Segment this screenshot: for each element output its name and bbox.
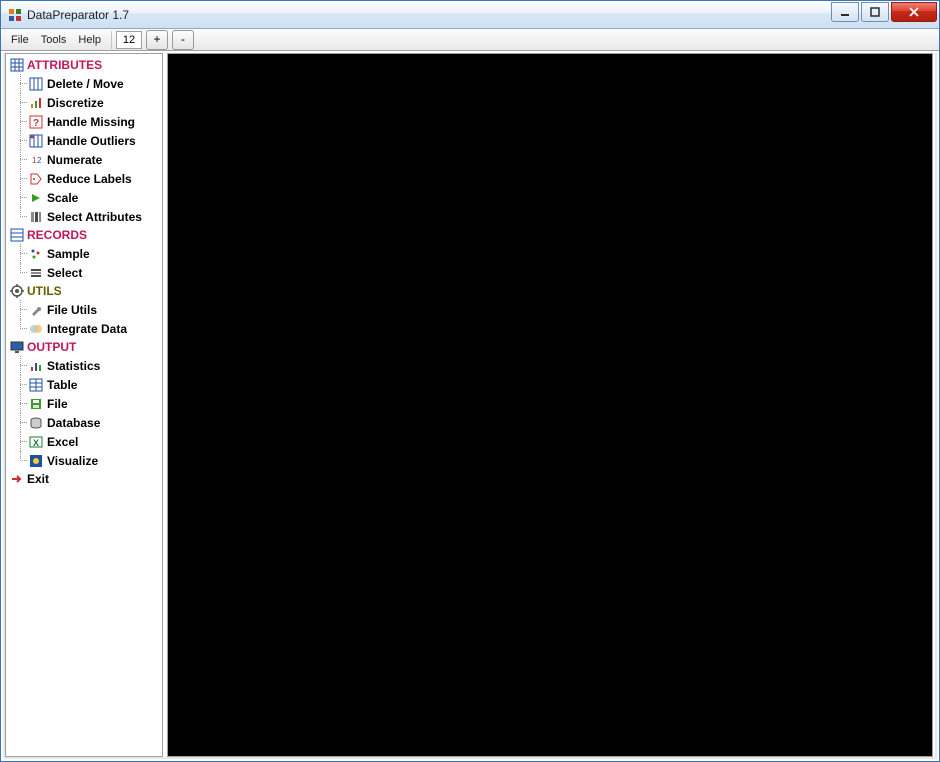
tree-item-sample[interactable]: Sample [6,244,162,263]
svg-text:?: ? [33,118,39,129]
bar-chart-icon [28,358,44,374]
window-title: DataPreparator 1.7 [27,8,829,22]
rows-icon [28,265,44,281]
play-icon [28,190,44,206]
question-icon: ? [28,114,44,130]
tree-item-label: Excel [47,435,78,449]
tree-item-exit[interactable]: Exit [6,470,162,488]
menu-help[interactable]: Help [72,31,107,49]
grid-icon [28,133,44,149]
grid-icon [28,76,44,92]
tree-category-utils[interactable]: UTILS [6,282,162,300]
tree-item-label: Exit [27,472,49,486]
zoom-input[interactable] [116,31,142,49]
disk-icon [28,396,44,412]
tree-item-statistics[interactable]: Statistics [6,356,162,375]
database-icon [28,415,44,431]
tree-item-integrate-data[interactable]: Integrate Data [6,319,162,338]
tree-item-file-utils[interactable]: File Utils [6,300,162,319]
tree-item-discretize[interactable]: Discretize [6,93,162,112]
tree-item-label: Select Attributes [47,210,142,224]
app-icon [7,7,23,23]
grid-icon [9,227,25,243]
tree-item-label: Database [47,416,100,430]
tree-item-label: Handle Outliers [47,134,136,148]
tree-item-file[interactable]: File [6,394,162,413]
numerate-icon: 12 [28,152,44,168]
tree-item-label: Delete / Move [47,77,124,91]
monitor-icon [9,339,25,355]
tree-category-records[interactable]: RECORDS [6,226,162,244]
content-area: ATTRIBUTES Delete / Move Discretize ? Ha… [3,53,937,759]
tree-item-excel[interactable]: X Excel [6,432,162,451]
tree-item-label: Sample [47,247,90,261]
grid-icon [9,57,25,73]
tree-item-label: File [47,397,68,411]
gear-icon [9,283,25,299]
toolbar-separator [111,31,112,49]
tree-item-database[interactable]: Database [6,413,162,432]
sidebar-tree[interactable]: ATTRIBUTES Delete / Move Discretize ? Ha… [5,53,163,757]
columns-icon [28,209,44,225]
zoom-plus-button[interactable]: + [146,30,168,50]
main-panel[interactable] [167,53,933,757]
svg-text:2: 2 [37,156,42,165]
tree-item-handle-missing[interactable]: ? Handle Missing [6,112,162,131]
tree-item-numerate[interactable]: 12 Numerate [6,150,162,169]
tree-item-label: Scale [47,191,78,205]
tree-item-reduce-labels[interactable]: Reduce Labels [6,169,162,188]
tag-icon [28,171,44,187]
tree-item-label: Select [47,266,82,280]
exit-icon [9,471,25,487]
tree-item-visualize[interactable]: Visualize [6,451,162,470]
tree-category-attributes[interactable]: ATTRIBUTES [6,56,162,74]
table-icon [28,377,44,393]
tree-item-select-attributes[interactable]: Select Attributes [6,207,162,226]
app-window: DataPreparator 1.7 File Tools Help + - [0,0,940,762]
tree-item-label: Handle Missing [47,115,135,129]
tree-item-handle-outliers[interactable]: Handle Outliers [6,131,162,150]
zoom-minus-button[interactable]: - [172,30,194,50]
tree-item-label: Statistics [47,359,100,373]
tree-item-label: Discretize [47,96,104,110]
tree-item-label: File Utils [47,303,97,317]
tree-item-label: Numerate [47,153,102,167]
visualize-icon [28,453,44,469]
window-controls [829,2,937,22]
tree-category-output[interactable]: OUTPUT [6,338,162,356]
tree-item-label: Table [47,378,77,392]
menu-tools[interactable]: Tools [35,31,73,49]
tree-item-label: Reduce Labels [47,172,132,186]
menu-bar: File Tools Help + - [1,29,939,51]
tree-category-label: UTILS [27,284,62,298]
tree-item-select[interactable]: Select [6,263,162,282]
tree-item-scale[interactable]: Scale [6,188,162,207]
tree-item-label: Integrate Data [47,322,127,336]
tree-category-label: OUTPUT [27,340,76,354]
menu-file[interactable]: File [5,31,35,49]
tree-item-label: Visualize [47,454,98,468]
tree-category-label: ATTRIBUTES [27,58,102,72]
chart-discretize-icon [28,95,44,111]
tree-category-label: RECORDS [27,228,87,242]
excel-icon: X [28,434,44,450]
wrench-icon [28,302,44,318]
tree-item-delete-move[interactable]: Delete / Move [6,74,162,93]
sample-icon [28,246,44,262]
maximize-button[interactable] [861,2,889,22]
svg-text:X: X [33,438,39,448]
minimize-button[interactable] [831,2,859,22]
close-button[interactable] [891,2,937,22]
title-bar[interactable]: DataPreparator 1.7 [1,1,939,29]
merge-icon [28,321,44,337]
tree-item-table[interactable]: Table [6,375,162,394]
